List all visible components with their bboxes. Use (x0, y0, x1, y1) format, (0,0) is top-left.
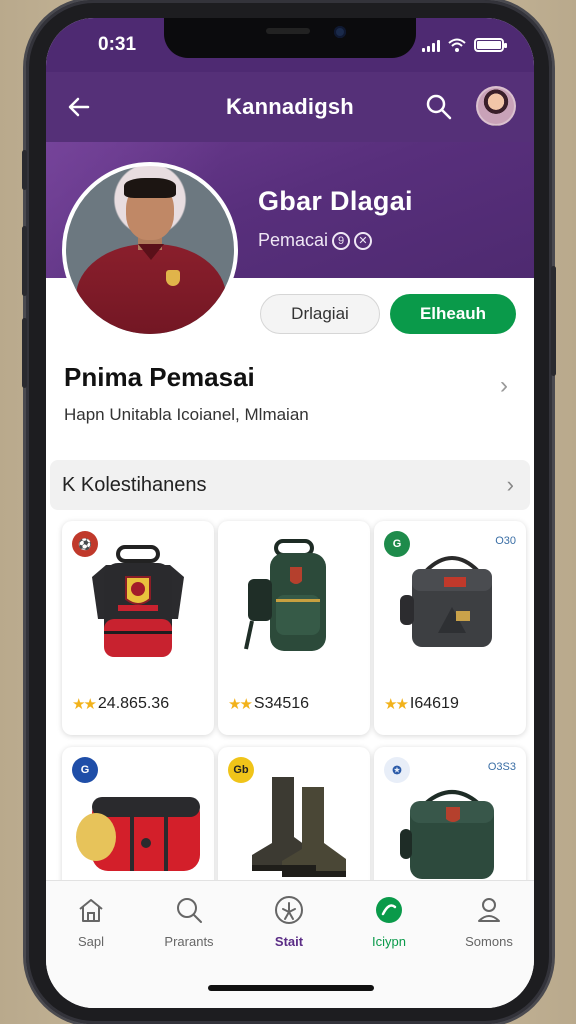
secondary-action-button[interactable]: Drlagiai (260, 294, 380, 334)
backpack-image (244, 539, 326, 651)
rating-stars-icon: ★★ (72, 696, 97, 713)
nav-item-start[interactable]: Stait (244, 895, 334, 949)
boots-image (252, 777, 346, 877)
profile-photo (62, 162, 238, 338)
app-screen: 0:31 Kannadigsh Gbar Dlagai Pemacai 9 ✕ … (46, 18, 534, 1008)
nav-item-profile[interactable]: Somons (444, 895, 534, 949)
close-badge-icon: ✕ (354, 231, 373, 250)
brand-badge-icon: ✪ (384, 757, 410, 783)
user-icon (478, 898, 500, 922)
info-description: Hapn Unitabla Icoianel, Mlmaian (64, 405, 309, 424)
collection-section-header[interactable]: K Kolestihanens › (50, 460, 530, 510)
battery-icon (474, 38, 507, 52)
app-title: Kannadigsh (226, 94, 354, 119)
status-time: 0:31 (98, 34, 137, 55)
verified-badge-icon: 9 (332, 231, 351, 250)
brand-badge-icon: G (72, 757, 98, 783)
chevron-right-icon: › (500, 372, 508, 399)
home-icon (79, 899, 103, 922)
profile-name: Gbar Dlagai (258, 186, 413, 216)
shoulder-bag-image (400, 556, 492, 647)
product-tag: O3S3 (487, 761, 516, 773)
wifi-icon (448, 38, 466, 52)
nav-label: Prarants (164, 934, 214, 949)
info-heading: Pnima Pemasai (64, 362, 255, 392)
mute-switch (22, 150, 27, 190)
power-button (551, 266, 556, 376)
product-tag: O30 (495, 535, 516, 547)
primary-action-button[interactable]: Elheauh (390, 294, 516, 334)
green-circle-icon (376, 897, 402, 923)
volume-down-button (22, 318, 27, 388)
app-bar: Kannadigsh (46, 72, 534, 142)
product-card[interactable]: ★★ S34516 (218, 521, 370, 735)
chevron-right-icon: › (506, 472, 514, 497)
volume-up-button (22, 226, 27, 296)
profile-subtitle: Pemacai 9 ✕ (258, 230, 373, 251)
nav-item-active[interactable]: Iciypn (344, 895, 434, 949)
backpack-image (92, 545, 184, 657)
product-card[interactable]: G O30 ★★ I64619 (374, 521, 526, 735)
search-icon (177, 898, 202, 923)
search-icon[interactable] (424, 92, 454, 122)
product-rating-value: S34516 (253, 695, 310, 712)
duffel-bag-image (76, 797, 200, 871)
shoulder-bag-image (400, 790, 494, 879)
signal-icon (422, 40, 440, 52)
product-rating: ★★ S34516 (228, 695, 309, 713)
profile-subtitle-text: Pemacai (258, 230, 329, 250)
user-avatar[interactable] (476, 86, 516, 126)
nav-item-home[interactable]: Sapl (46, 895, 136, 949)
product-rating-value: 24.865.36 (97, 695, 170, 712)
info-row[interactable]: Pnima Pemasai Hapn Unitabla Icoianel, Ml… (64, 362, 524, 442)
bottom-navigation-bar: Sapl Prarants Stait Iciypn Somons (46, 880, 534, 1008)
nav-label: Sapl (77, 934, 105, 949)
status-icons (422, 38, 507, 52)
product-card[interactable]: ⚽ ★★ 24.865.36 (62, 521, 214, 735)
star-circle-icon (275, 896, 303, 924)
nav-label: Somons (465, 934, 513, 949)
camera-notch (164, 18, 416, 58)
section-title: K Kolestihanens (62, 474, 207, 496)
nav-label: Iciypn (372, 934, 406, 949)
home-indicator[interactable] (208, 985, 374, 991)
product-rating: ★★ I64619 (384, 695, 459, 713)
rating-stars-icon: ★★ (228, 696, 253, 713)
rating-stars-icon: ★★ (384, 696, 409, 713)
nav-label: Stait (274, 934, 304, 949)
product-rating-value: I64619 (409, 695, 459, 712)
product-rating: ★★ 24.865.36 (72, 695, 169, 713)
nav-item-search[interactable]: Prarants (144, 895, 234, 949)
